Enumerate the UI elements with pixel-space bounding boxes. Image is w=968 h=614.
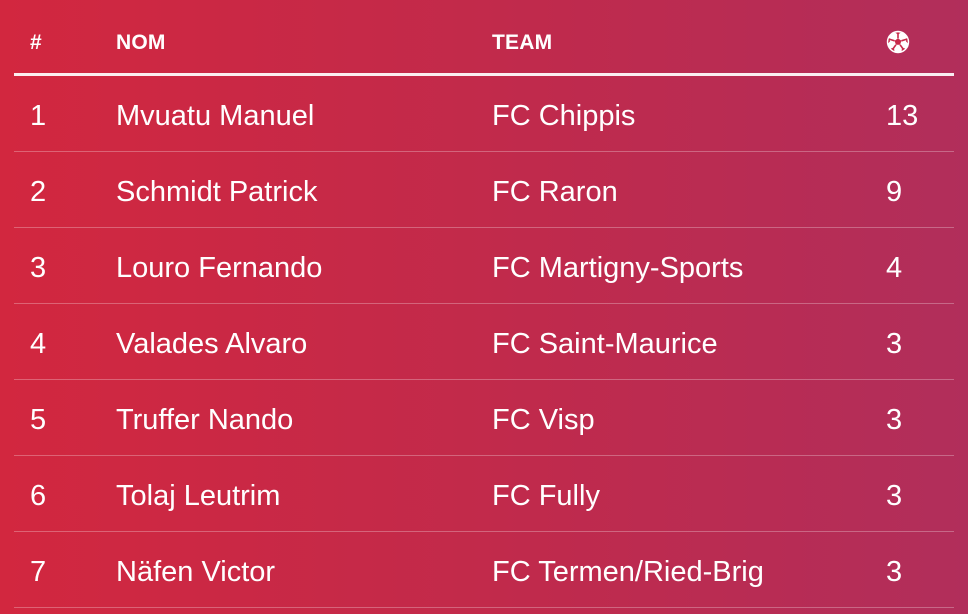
goals-cell: 3: [886, 480, 903, 512]
goals-cell: 13: [886, 100, 919, 132]
table-row: 5 Truffer Nando FC Visp 3: [14, 380, 954, 456]
team-cell: FC Fully: [492, 480, 600, 512]
player-name-cell: Näfen Victor: [116, 556, 276, 588]
table-header: # NOM TEAM: [14, 0, 954, 76]
rank-cell: 5: [30, 404, 47, 436]
column-header-goals: [886, 30, 910, 60]
player-name-cell: Schmidt Patrick: [116, 176, 318, 208]
goals-cell: 3: [886, 404, 903, 436]
table-row: 2 Schmidt Patrick FC Raron 9: [14, 152, 954, 228]
table-row: 1 Mvuatu Manuel FC Chippis 13: [14, 76, 954, 152]
soccer-ball-icon: [886, 30, 910, 54]
rank-cell: 2: [30, 176, 47, 208]
table-row: 7 Näfen Victor FC Termen/Ried-Brig 3: [14, 532, 954, 608]
rank-cell: 7: [30, 556, 47, 588]
team-cell: FC Raron: [492, 176, 618, 208]
table-row: 6 Tolaj Leutrim FC Fully 3: [14, 456, 954, 532]
goals-cell: 9: [886, 176, 903, 208]
goals-cell: 3: [886, 556, 903, 588]
team-cell: FC Saint-Maurice: [492, 328, 718, 360]
player-name-cell: Mvuatu Manuel: [116, 100, 315, 132]
column-header-team: TEAM: [492, 31, 553, 54]
player-name-cell: Valades Alvaro: [116, 328, 308, 360]
team-cell: FC Martigny-Sports: [492, 252, 744, 284]
goals-cell: 4: [886, 252, 903, 284]
team-cell: FC Termen/Ried-Brig: [492, 556, 764, 588]
goals-cell: 3: [886, 328, 903, 360]
rank-cell: 3: [30, 252, 47, 284]
player-name-cell: Truffer Nando: [116, 404, 294, 436]
column-header-rank: #: [30, 31, 42, 54]
table-row: 4 Valades Alvaro FC Saint-Maurice 3: [14, 304, 954, 380]
table-row: 3 Louro Fernando FC Martigny-Sports 4: [14, 228, 954, 304]
rank-cell: 1: [30, 100, 47, 132]
team-cell: FC Chippis: [492, 100, 636, 132]
player-name-cell: Tolaj Leutrim: [116, 480, 281, 512]
rank-cell: 6: [30, 480, 47, 512]
column-header-name: NOM: [116, 31, 166, 54]
team-cell: FC Visp: [492, 404, 595, 436]
player-name-cell: Louro Fernando: [116, 252, 323, 284]
scorers-table: # NOM TEAM 1 Mvuatu Manuel FC Chippis 13…: [14, 0, 954, 608]
rank-cell: 4: [30, 328, 47, 360]
